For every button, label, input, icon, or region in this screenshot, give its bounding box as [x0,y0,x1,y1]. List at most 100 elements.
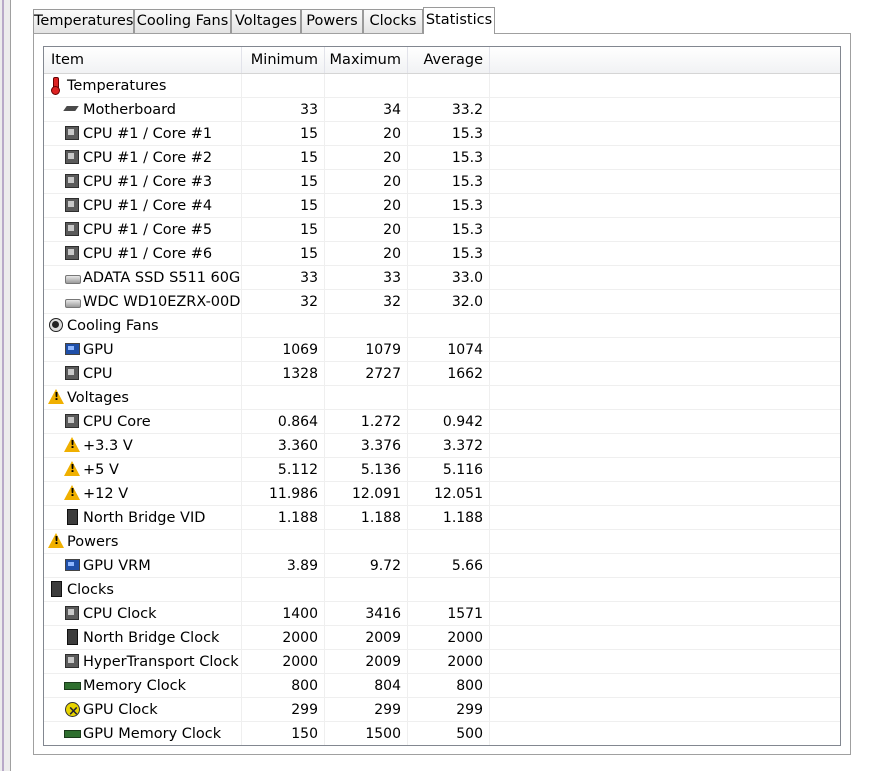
tab-voltages[interactable]: Voltages [231,9,301,33]
maximum-cell: 1.188 [325,506,408,529]
minimum-cell: 150 [242,722,325,745]
table-row[interactable]: CPU Clock 1400 3416 1571 [44,602,840,626]
window-accent-stripe [2,0,4,771]
item-cell: CPU #1 / Core #1 [44,122,242,145]
table-row[interactable]: CPU #1 / Core #1 15 20 15.3 [44,122,840,146]
tab-statistics[interactable]: Statistics [423,7,495,34]
minimum-cell: 0.864 [242,410,325,433]
table-row[interactable]: HyperTransport Clock 2000 2009 2000 [44,650,840,674]
minimum-cell: 15 [242,122,325,145]
table-row[interactable]: CPU #1 / Core #2 15 20 15.3 [44,146,840,170]
maximum-cell: 20 [325,122,408,145]
average-cell: 32.0 [408,290,490,313]
maximum-cell [325,386,408,409]
item-cell: GPU Clock [44,698,242,721]
maximum-cell: 3416 [325,602,408,625]
group-row[interactable]: Clocks [44,578,840,602]
maximum-cell: 20 [325,146,408,169]
memory-icon [64,677,81,693]
item-label: CPU #1 / Core #4 [83,198,213,214]
list-body: Temperatures Motherboard 33 34 33.2 CPU #1 / … [44,74,840,745]
table-row[interactable]: GPU Clock299299299 [44,698,840,722]
table-row[interactable]: CPU #1 / Core #4 15 20 15.3 [44,194,840,218]
tab-clocks[interactable]: Clocks [363,9,423,33]
average-cell: 1571 [408,602,490,625]
maximum-cell: 1079 [325,338,408,361]
maximum-cell: 20 [325,218,408,241]
minimum-cell: 800 [242,674,325,697]
group-row[interactable]: Powers [44,530,840,554]
table-row[interactable]: CPU #1 / Core #3 15 20 15.3 [44,170,840,194]
maximum-cell: 20 [325,170,408,193]
window-left-edge [0,0,11,771]
item-cell: WDC WD10EZRX-00D... [44,290,242,313]
table-row[interactable]: CPU #1 / Core #6 15 20 15.3 [44,242,840,266]
table-row[interactable]: North Bridge VID 1.188 1.188 1.188 [44,506,840,530]
table-row[interactable]: +3.3 V 3.3603.3763.372 [44,434,840,458]
average-cell: 12.051 [408,482,490,505]
item-label: GPU VRM [83,558,151,574]
tab-temperatures[interactable]: Temperatures [33,9,134,33]
table-row[interactable]: GPU 1069 1079 1074 [44,338,840,362]
column-header-item[interactable]: Item [44,47,242,73]
minimum-cell: 33 [242,98,325,121]
hard-drive-icon [64,293,81,309]
list-header: Item Minimum Maximum Average [44,47,840,74]
group-row[interactable]: Temperatures [44,74,840,98]
maximum-cell: 12.091 [325,482,408,505]
minimum-cell: 1069 [242,338,325,361]
column-header-average[interactable]: Average [408,47,490,73]
average-cell: 5.116 [408,458,490,481]
group-row[interactable]: Voltages [44,386,840,410]
item-label: WDC WD10EZRX-00D... [83,294,242,310]
table-row[interactable]: CPU #1 / Core #5 15 20 15.3 [44,218,840,242]
group-row[interactable]: Cooling Fans [44,314,840,338]
warning-icon [48,389,64,405]
average-cell: 2000 [408,626,490,649]
table-row[interactable]: GPU VRM 3.89 9.72 5.66 [44,554,840,578]
minimum-cell: 33 [242,266,325,289]
maximum-cell [325,314,408,337]
tab-powers[interactable]: Powers [301,9,363,33]
statistics-list[interactable]: Item Minimum Maximum Average Temperature… [43,46,841,746]
table-row[interactable]: +12 V 11.98612.09112.051 [44,482,840,506]
minimum-cell [242,386,325,409]
minimum-cell: 15 [242,170,325,193]
table-row[interactable]: ADATA SSD S511 60GB 33 33 33.0 [44,266,840,290]
item-cell: Clocks [44,578,242,601]
maximum-cell: 2009 [325,626,408,649]
average-cell: 1662 [408,362,490,385]
maximum-cell: 804 [325,674,408,697]
warning-icon [48,533,64,549]
table-row[interactable]: GPU Memory Clock 150 1500 500 [44,722,840,745]
table-row[interactable]: +5 V 5.1125.1365.116 [44,458,840,482]
item-label: CPU #1 / Core #5 [83,222,213,238]
item-cell: CPU [44,362,242,385]
motherboard-icon [64,101,80,117]
average-cell: 800 [408,674,490,697]
average-cell: 15.3 [408,146,490,169]
tab-cooling-fans[interactable]: Cooling Fans [134,9,231,33]
table-row[interactable]: CPU Core 0.864 1.272 0.942 [44,410,840,434]
maximum-cell: 299 [325,698,408,721]
cpu-chip-icon [64,173,80,189]
table-row[interactable]: WDC WD10EZRX-00D... 32 32 32.0 [44,290,840,314]
item-cell: North Bridge VID [44,506,242,529]
cpu-chip-icon [64,221,80,237]
column-header-maximum[interactable]: Maximum [325,47,408,73]
table-row[interactable]: North Bridge Clock 2000 2009 2000 [44,626,840,650]
average-cell: 299 [408,698,490,721]
item-cell: CPU #1 / Core #5 [44,218,242,241]
item-label: CPU #1 / Core #3 [83,174,213,190]
column-header-minimum[interactable]: Minimum [242,47,325,73]
table-row[interactable]: Memory Clock 800 804 800 [44,674,840,698]
fan-icon [48,317,64,333]
average-cell: 15.3 [408,242,490,265]
item-cell: CPU #1 / Core #3 [44,170,242,193]
table-row[interactable]: CPU 1328 2727 1662 [44,362,840,386]
item-cell: CPU #1 / Core #6 [44,242,242,265]
thermometer-icon [48,77,64,95]
minimum-cell: 3.89 [242,554,325,577]
table-row[interactable]: Motherboard 33 34 33.2 [44,98,840,122]
item-cell: +5 V [44,458,242,481]
